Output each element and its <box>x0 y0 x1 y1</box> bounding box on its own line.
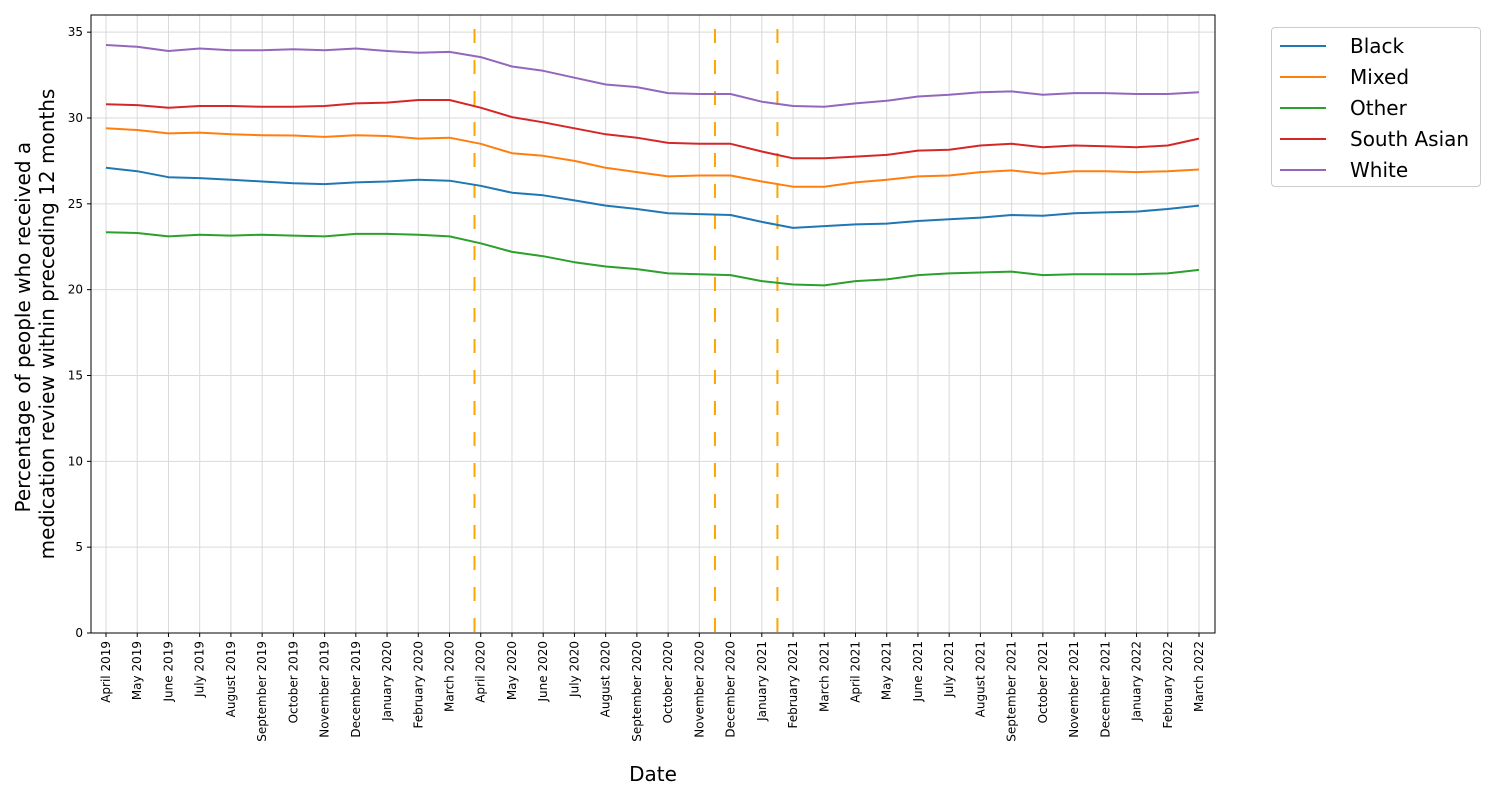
x-tick-label: March 2022 <box>1192 641 1206 712</box>
x-tick-label: July 2019 <box>193 641 207 698</box>
x-tick-label: January 2021 <box>755 641 769 722</box>
x-tick-label: June 2019 <box>161 641 175 703</box>
y-tick-label: 30 <box>68 111 83 125</box>
series-line-white <box>105 44 1200 108</box>
x-tick-label: September 2019 <box>255 641 269 742</box>
series-lines <box>105 44 1200 287</box>
x-tick-label: January 2020 <box>380 641 394 722</box>
legend-label: Black <box>1350 33 1405 58</box>
x-tick-label: March 2020 <box>443 641 457 712</box>
legend-swatch <box>1280 168 1326 171</box>
legend-item-south-asian: South Asian <box>1272 123 1480 154</box>
x-tick-label: May 2019 <box>130 641 144 700</box>
legend-swatch <box>1280 75 1326 78</box>
x-tick-label: August 2021 <box>973 641 987 717</box>
legend: Black Mixed Other South Asian White <box>1271 27 1481 187</box>
legend-item-white: White <box>1272 154 1480 185</box>
x-tick-label: April 2020 <box>474 641 488 703</box>
x-tick-label: June 2021 <box>911 641 925 703</box>
x-tick-label: November 2020 <box>692 641 706 738</box>
x-tick-label: May 2021 <box>880 641 894 700</box>
y-tick-label: 20 <box>68 283 83 297</box>
x-tick-label: June 2020 <box>536 641 550 703</box>
x-tick-label: October 2020 <box>661 641 675 723</box>
x-tick-label: September 2021 <box>1005 641 1019 742</box>
legend-label: Other <box>1350 95 1407 120</box>
x-tick-label: December 2019 <box>349 641 363 738</box>
x-axis-title: Date <box>629 762 677 786</box>
y-tick-label: 35 <box>68 25 83 39</box>
y-axis: 0 5 10 15 20 25 30 35 <box>68 25 91 640</box>
y-tick-label: 10 <box>68 454 83 468</box>
x-tick-label: April 2021 <box>848 641 862 703</box>
x-tick-label: February 2020 <box>411 641 425 729</box>
legend-label: South Asian <box>1350 126 1470 151</box>
x-tick-label: December 2020 <box>724 641 738 738</box>
x-tick-label: July 2020 <box>567 641 581 698</box>
legend-item-mixed: Mixed <box>1272 61 1480 92</box>
legend-label: Mixed <box>1350 64 1410 89</box>
legend-label: White <box>1350 157 1409 182</box>
x-tick-label: February 2021 <box>786 641 800 729</box>
x-tick-label: August 2020 <box>599 641 613 717</box>
series-line-south-asian <box>105 99 1200 160</box>
x-tick-label: October 2019 <box>286 641 300 723</box>
x-tick-label: November 2019 <box>318 641 332 738</box>
x-tick-label: March 2021 <box>817 641 831 712</box>
x-tick-label: September 2020 <box>630 641 644 742</box>
y-tick-label: 15 <box>68 369 83 383</box>
x-tick-label: May 2020 <box>505 641 519 700</box>
series-line-mixed <box>105 127 1200 188</box>
y-tick-label: 25 <box>68 197 83 211</box>
x-tick-label: April 2019 <box>99 641 113 703</box>
event-markers <box>473 29 779 633</box>
legend-swatch <box>1280 106 1326 109</box>
legend-item-other: Other <box>1272 92 1480 123</box>
series-line-other <box>105 231 1200 287</box>
x-tick-label: August 2019 <box>224 641 238 717</box>
x-tick-label: December 2021 <box>1098 641 1112 738</box>
x-tick-label: July 2021 <box>942 641 956 698</box>
y-axis-title-line-1: Percentage of people who received a <box>11 142 35 513</box>
y-axis-title-line-2: medication review within preceding 12 mo… <box>35 89 59 560</box>
x-tick-label: February 2022 <box>1161 641 1175 729</box>
y-tick-label: 5 <box>75 540 83 554</box>
x-tick-label: October 2021 <box>1036 641 1050 723</box>
x-tick-label: November 2021 <box>1067 641 1081 738</box>
x-tick-label: January 2022 <box>1130 641 1144 722</box>
legend-swatch <box>1280 137 1326 140</box>
y-tick-label: 0 <box>75 626 83 640</box>
legend-swatch <box>1280 44 1326 47</box>
series-line-black <box>105 166 1200 229</box>
y-axis-title: Percentage of people who received a medi… <box>11 89 59 560</box>
x-axis: April 2019 May 2019 June 2019 July 2019 Augu… <box>99 633 1206 742</box>
legend-item-black: Black <box>1272 30 1480 61</box>
